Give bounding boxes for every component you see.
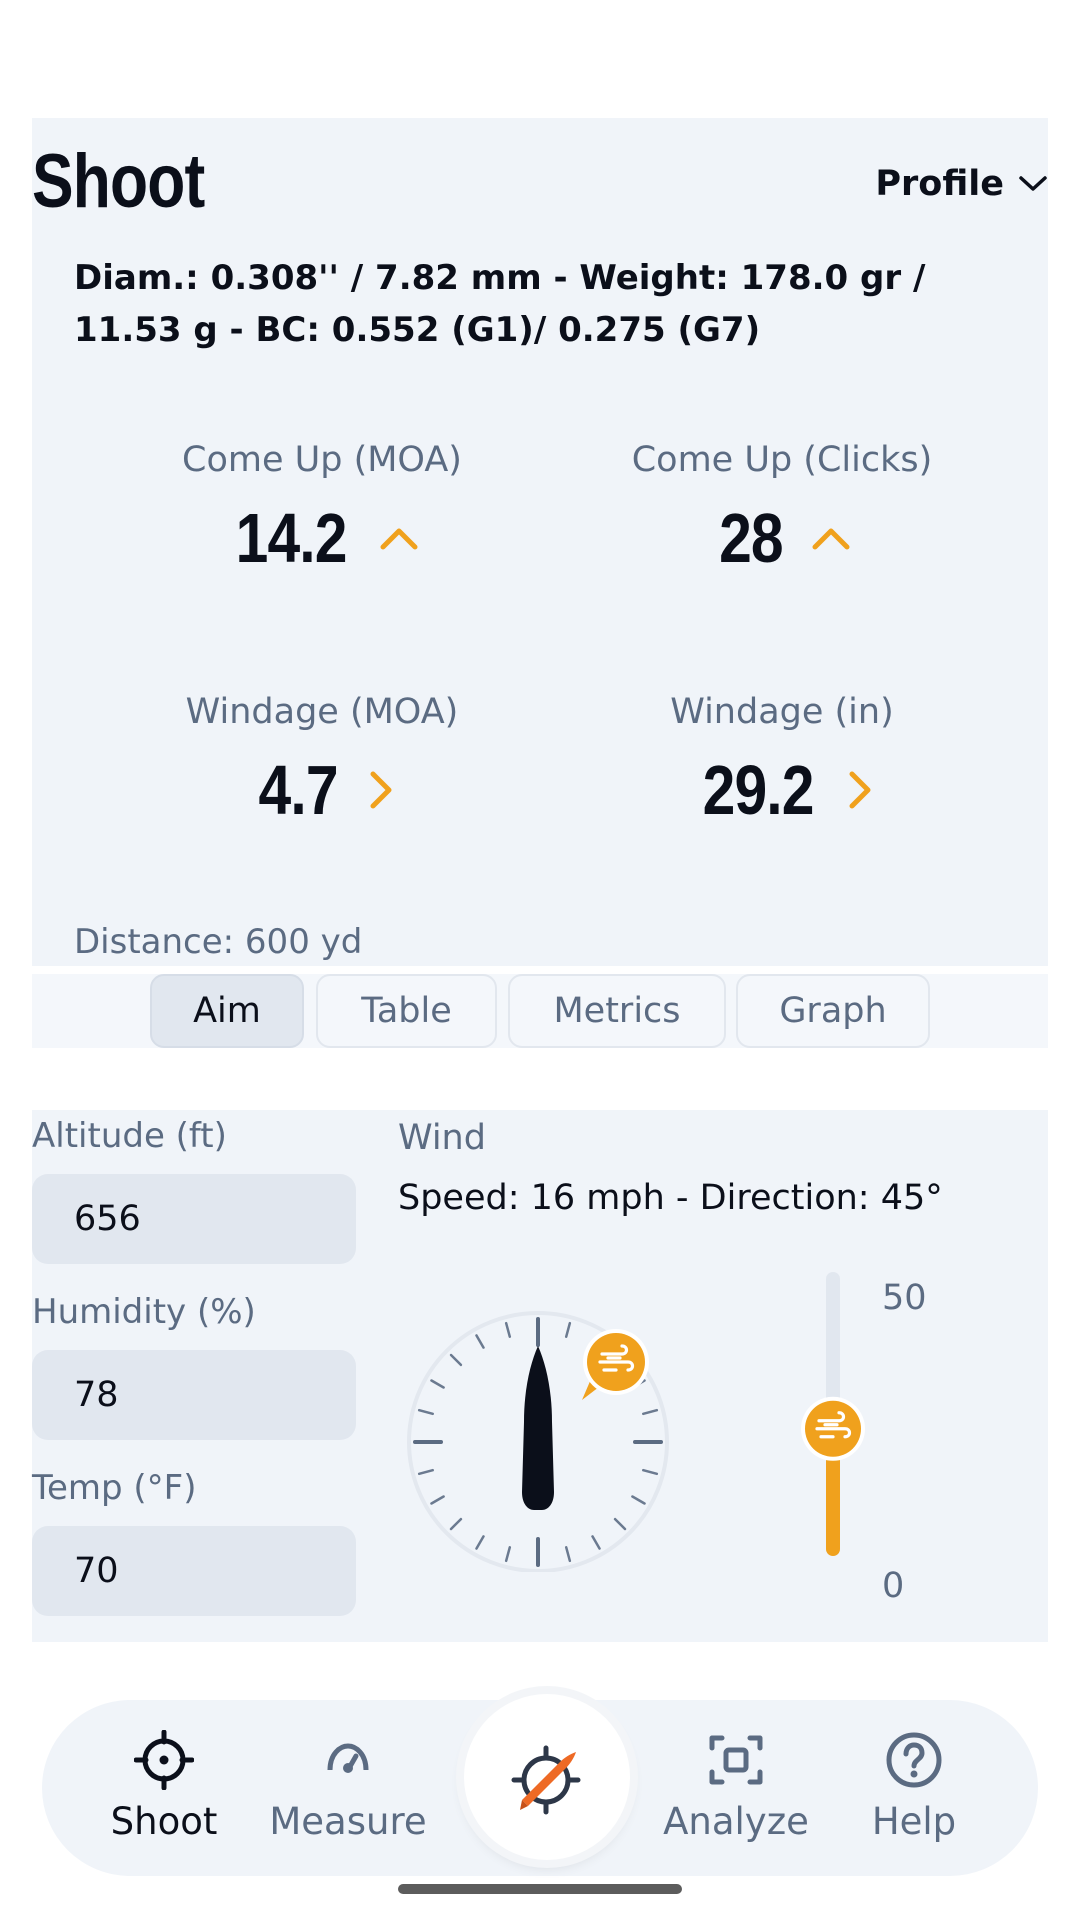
metric-value: 14.2 [235,499,347,577]
wind-direction-dial[interactable] [394,1272,694,1572]
bullet-specs: Diam.: 0.308'' / 7.82 mm - Weight: 178.0… [74,258,926,350]
battery-icon [984,28,1006,66]
chevron-up-icon [812,528,850,550]
chevron-down-icon [1019,176,1047,191]
come-up-clicks: Come Up (Clicks) 28 [552,440,1012,578]
wind-info: Speed: 16 mph - Direction: 45° [398,1178,943,1218]
conditions-panel: Altitude (ft) 656 Humidity (%) 78 Temp (… [32,1110,1048,1642]
nav-measure-label: Measure [269,1800,427,1843]
nav-analyze-label: Analyze [663,1800,809,1843]
wind-direction-handle[interactable] [583,1329,649,1395]
home-indicator [398,1884,682,1894]
dial-tick [449,1353,463,1367]
dial-tick [642,1468,659,1476]
dial-tick [475,1535,485,1550]
nav-help-label: Help [871,1800,957,1843]
dial-tick [564,1321,572,1338]
wifi-icon [889,32,929,63]
dial-tick [430,1379,445,1389]
status-bar: 9:24 [0,0,1080,96]
scan-icon [709,1735,763,1785]
tab-graph[interactable]: Graph [736,974,930,1048]
wind-speed-slider[interactable] [792,1262,872,1572]
gauge-icon [318,1743,378,1790]
dial-tick [613,1517,627,1531]
metric-value: 4.7 [258,751,338,829]
dial-tick [417,1468,434,1476]
bullet-icon [522,1346,554,1510]
altitude-field[interactable]: 656 [32,1174,356,1264]
dial-tick [642,1408,659,1416]
wind-speed-thumb[interactable] [801,1396,865,1461]
slider-min-label: 0 [882,1566,905,1606]
chevron-right-icon [370,771,392,809]
nav-help[interactable]: Help [824,1730,1004,1843]
cell-signal-icon [935,33,967,63]
profile-label: Profile [875,164,1004,204]
metric-label: Windage (in) [670,692,894,732]
dial-tick [504,1546,512,1563]
wind-label: Wind [398,1118,486,1158]
nav-shoot[interactable]: Shoot [74,1730,254,1843]
dial-tick [449,1517,463,1531]
metric-label: Come Up (Clicks) [631,440,933,480]
crosshair-icon [134,1730,194,1790]
profile-dropdown[interactable]: Profile [875,154,1048,214]
come-up-moa: Come Up (MOA) 14.2 [92,440,552,578]
dial-tick [504,1321,512,1338]
temp-field[interactable]: 70 [32,1526,356,1616]
metric-label: Come Up (MOA) [182,440,462,480]
humidity-field[interactable]: 78 [32,1350,356,1440]
status-time: 9:24 [38,28,115,67]
windage-in: Windage (in) 29.2 [552,692,1012,830]
tab-metrics[interactable]: Metrics [508,974,726,1048]
page-title: Shoot [32,139,205,224]
chevron-up-icon [380,528,418,550]
view-tabs: Aim Table Metrics Graph [32,974,1048,1048]
dial-tick [564,1546,572,1563]
dial-tick [475,1334,485,1349]
shield-icon [138,31,168,65]
slider-max-label: 50 [882,1278,927,1318]
chevron-right-icon [849,771,871,809]
metric-value: 28 [719,499,784,577]
nav-analyze[interactable]: Analyze [646,1730,826,1843]
center-action-button[interactable] [464,1694,630,1860]
metric-value: 29.2 [702,751,814,829]
tab-table[interactable]: Table [316,974,497,1048]
nav-measure[interactable]: Measure [258,1730,438,1843]
dial-tick [631,1495,646,1505]
windage-moa: Windage (MOA) 4.7 [92,692,552,830]
nav-shoot-label: Shoot [110,1800,218,1843]
face-icon [194,33,226,65]
altitude-label: Altitude (ft) [32,1116,227,1156]
target-bullet-icon [511,1745,581,1815]
help-icon [886,1732,942,1788]
humidity-label: Humidity (%) [32,1292,256,1332]
dial-tick [591,1535,601,1550]
distance-readout: Distance: 600 yd [74,922,363,962]
dial-tick [417,1408,434,1416]
ballistic-card: Shoot Profile Diam.: 0.308'' / 7.82 mm -… [32,118,1048,966]
metric-label: Windage (MOA) [185,692,459,732]
temp-label: Temp (°F) [32,1468,197,1508]
dial-tick [430,1495,445,1505]
tab-aim[interactable]: Aim [150,974,304,1048]
